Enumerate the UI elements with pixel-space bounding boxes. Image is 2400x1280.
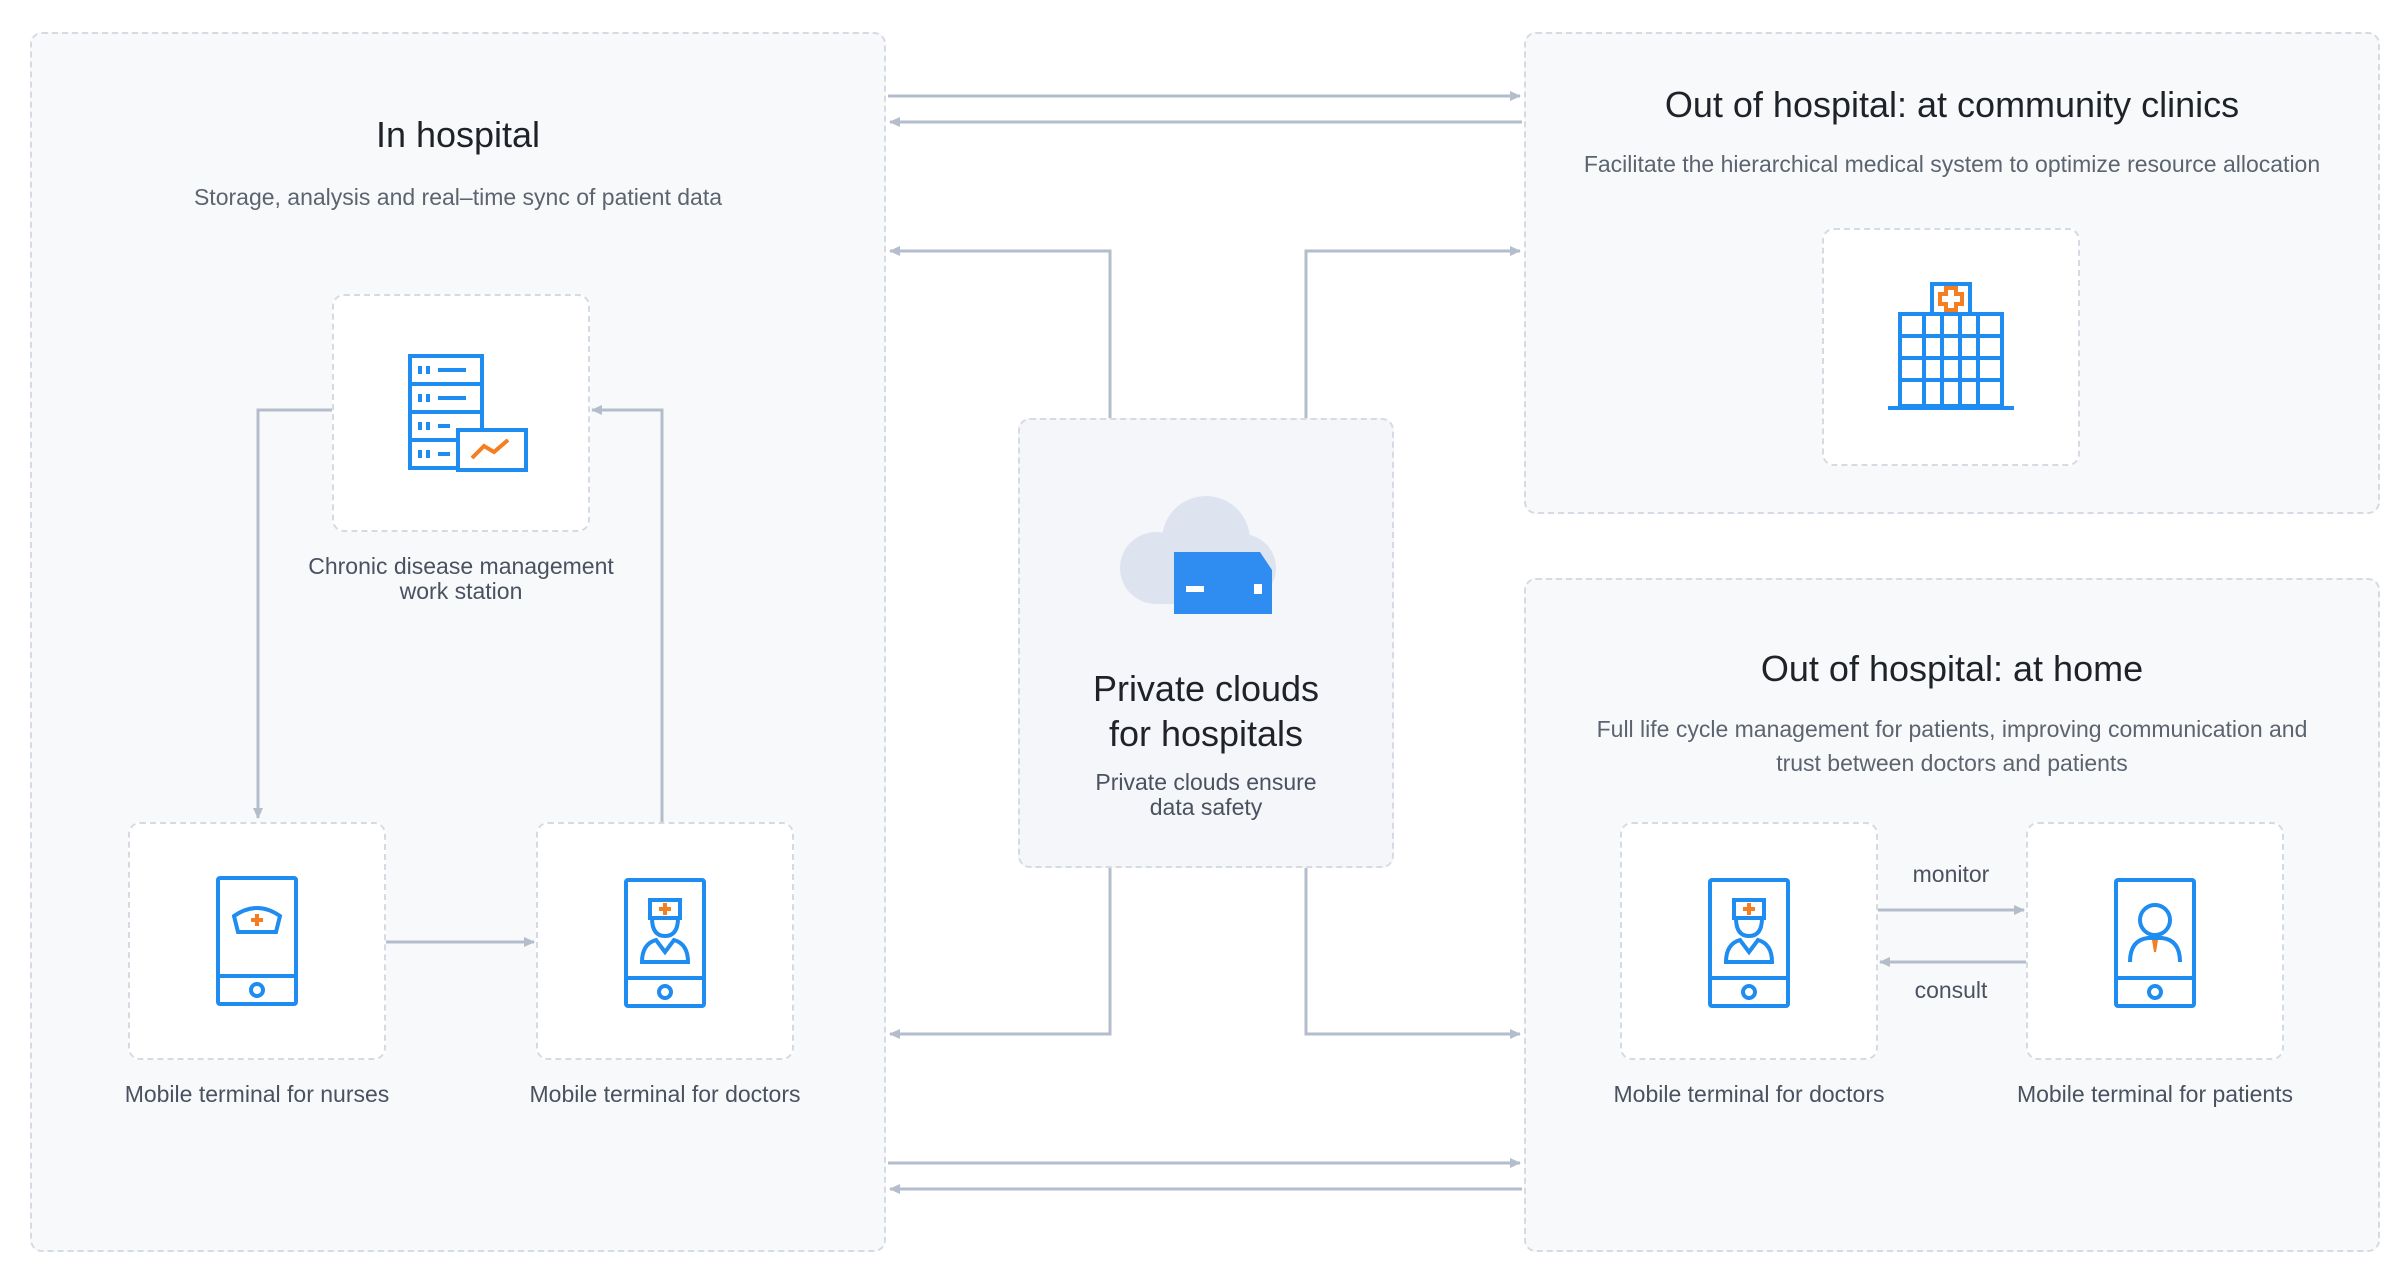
- nurse-phone-icon: [216, 876, 298, 1006]
- private-cloud-subtitle-line-1: Private clouds ensure: [1095, 769, 1317, 795]
- at-home-subtitle-line-2: trust between doctors and patients: [1776, 750, 2128, 776]
- at-home-subtitle: Full life cycle management for patients,…: [1524, 712, 2380, 780]
- server-chart-icon: [408, 354, 528, 472]
- cloud-server-icon: [1120, 496, 1276, 614]
- nurses-terminal-label: Mobile terminal for nurses: [124, 1081, 390, 1107]
- at-home-title: Out of hospital: at home: [1760, 648, 2144, 689]
- arrow-cloud-to-in-hospital-top: [889, 246, 1112, 418]
- doctor-phone-icon: [624, 878, 706, 1008]
- community-clinics-subtitle: Facilitate the hierarchical medical syst…: [1583, 151, 2321, 177]
- private-cloud-subtitle: Private clouds ensure data safety: [1018, 770, 1394, 820]
- doctor-phone-icon: [1708, 878, 1790, 1008]
- arrow-cloud-to-community: [1304, 246, 1521, 418]
- hospital-building-icon: [1888, 282, 2014, 410]
- doctors-terminal-label-in-hospital: Mobile terminal for doctors: [529, 1081, 801, 1107]
- consult-label: consult: [1914, 977, 1988, 1003]
- private-cloud-title: Private clouds for hospitals: [1018, 666, 1394, 756]
- private-cloud-title-line-1: Private clouds: [1092, 668, 1320, 709]
- in-hospital-title: In hospital: [375, 114, 541, 155]
- arrow-workstation-to-nurses: [253, 408, 332, 819]
- monitor-label: monitor: [1912, 861, 1990, 887]
- workstation-label-line-2: work station: [399, 578, 523, 604]
- in-hospital-subtitle: Storage, analysis and real–time sync of …: [193, 184, 723, 210]
- workstation-label-line-1: Chronic disease management: [308, 553, 614, 579]
- private-cloud-subtitle-line-2: data safety: [1149, 794, 1263, 820]
- doctors-terminal-label-home: Mobile terminal for doctors: [1613, 1081, 1885, 1107]
- arrow-doctors-to-workstation: [591, 405, 664, 824]
- arrow-cloud-to-in-hospital-bottom: [889, 868, 1112, 1039]
- patients-terminal-label: Mobile terminal for patients: [2016, 1081, 2294, 1107]
- at-home-subtitle-line-1: Full life cycle management for patients,…: [1596, 716, 2308, 742]
- private-cloud-title-line-2: for hospitals: [1108, 713, 1304, 754]
- community-clinics-title: Out of hospital: at community clinics: [1664, 84, 2240, 125]
- workstation-label: Chronic disease management work station: [250, 554, 672, 604]
- patient-phone-icon: [2114, 878, 2196, 1008]
- arrow-cloud-to-home: [1304, 868, 1521, 1039]
